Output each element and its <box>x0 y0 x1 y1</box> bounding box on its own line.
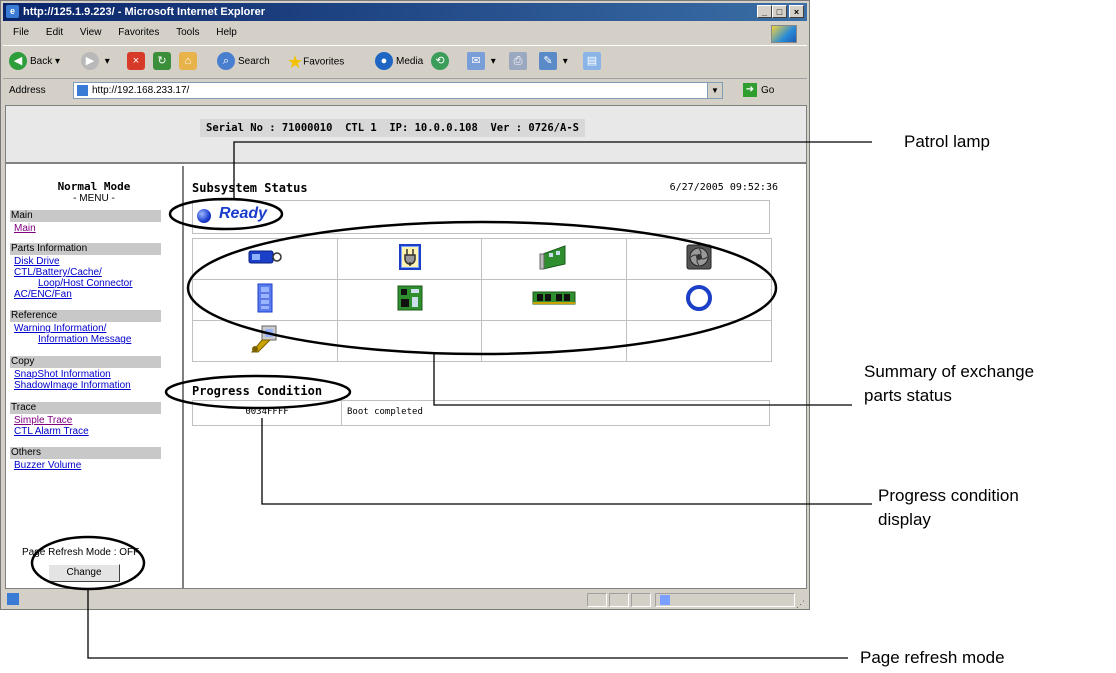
callout-summary-line2: parts status <box>864 386 952 405</box>
page-refresh-ellipse <box>30 535 146 591</box>
callout-summary-line1: Summary of exchange <box>864 362 1035 381</box>
callout-page-refresh: Page refresh mode <box>860 648 1005 667</box>
progress-condition-leader <box>261 418 872 505</box>
annotation-overlay <box>30 141 872 659</box>
patrol-lamp-ellipse <box>168 197 284 231</box>
callout-progress-line2: display <box>878 510 931 529</box>
progress-condition-ellipse <box>164 374 352 410</box>
page-refresh-leader <box>87 589 848 659</box>
parts-status-leader <box>433 353 852 406</box>
callout-patrol-lamp: Patrol lamp <box>904 132 990 151</box>
callout-progress-line1: Progress condition <box>878 486 1019 505</box>
parts-status-ellipse <box>186 220 778 356</box>
patrol-lamp-leader <box>233 141 872 200</box>
